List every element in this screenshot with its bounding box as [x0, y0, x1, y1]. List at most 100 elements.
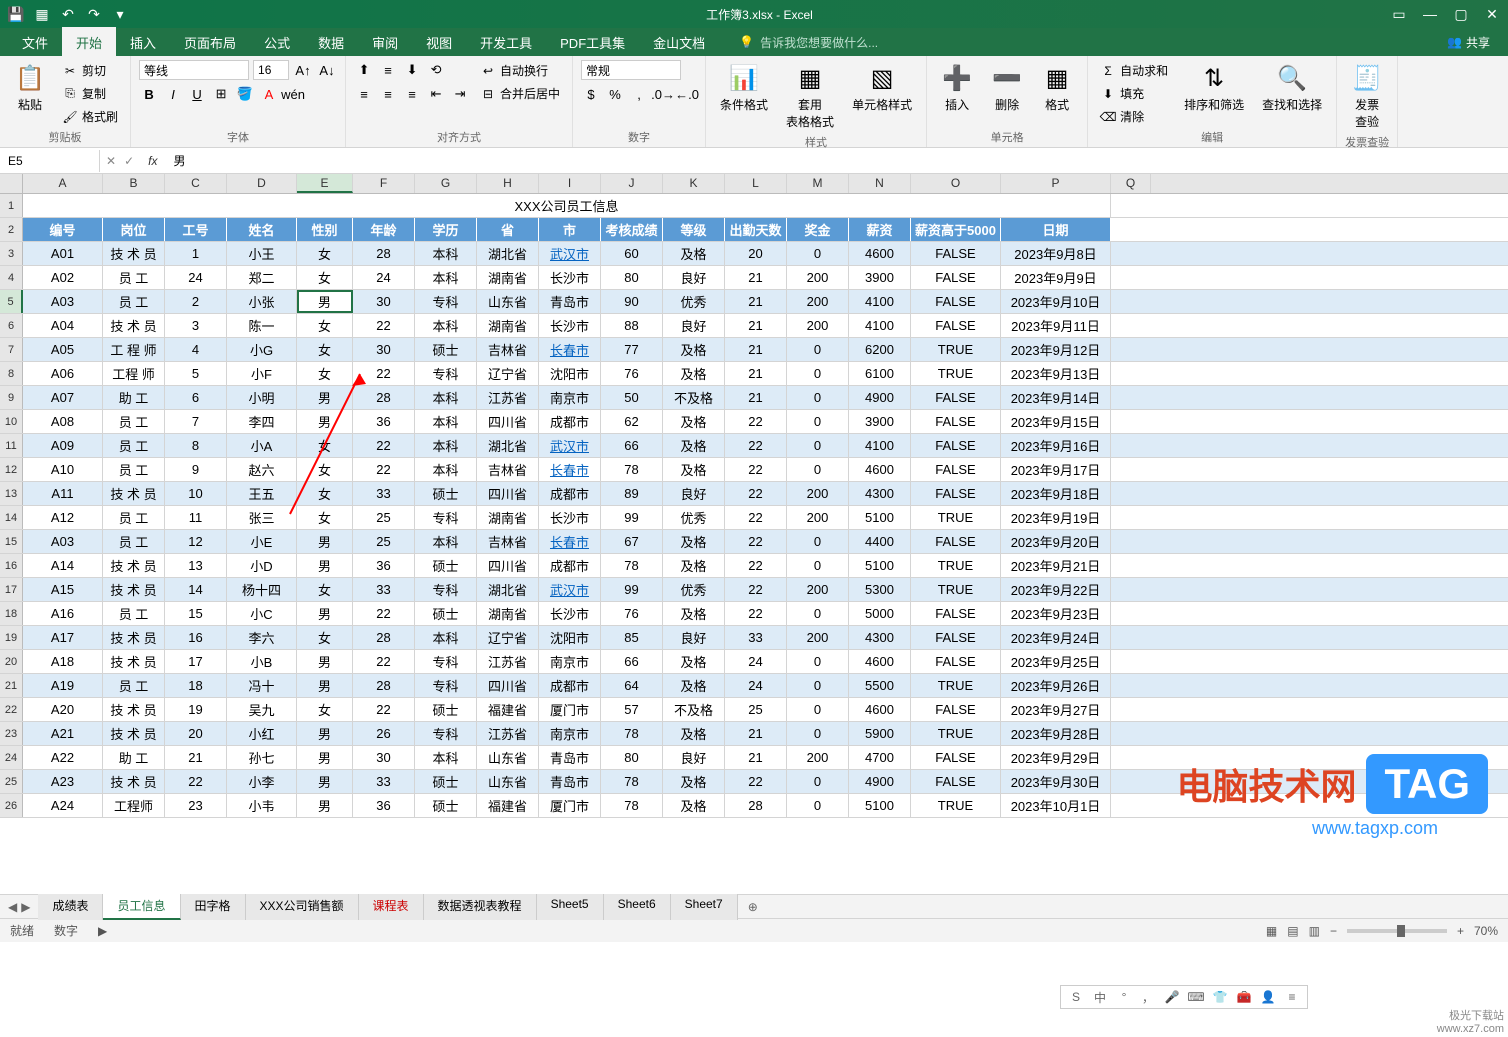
- table-cell[interactable]: 5100: [849, 554, 911, 577]
- table-cell[interactable]: 2023年9月14日: [1001, 386, 1111, 409]
- table-cell[interactable]: FALSE: [911, 650, 1001, 673]
- table-cell[interactable]: 2023年9月8日: [1001, 242, 1111, 265]
- view-break-icon[interactable]: ▥: [1309, 924, 1320, 938]
- column-header[interactable]: Q: [1111, 174, 1151, 193]
- select-all-corner[interactable]: [0, 174, 23, 193]
- table-cell[interactable]: 杨十四: [227, 578, 297, 601]
- tab-wps[interactable]: 金山文档: [639, 27, 719, 58]
- table-cell[interactable]: 女: [297, 242, 353, 265]
- table-cell[interactable]: A20: [23, 698, 103, 721]
- table-cell[interactable]: A02: [23, 266, 103, 289]
- table-cell[interactable]: 男: [297, 770, 353, 793]
- table-cell[interactable]: 本科: [415, 530, 477, 553]
- find-button[interactable]: 🔍查找和选择: [1256, 60, 1328, 115]
- table-cell[interactable]: 0: [787, 554, 849, 577]
- table-cell[interactable]: 女: [297, 434, 353, 457]
- table-cell[interactable]: 小C: [227, 602, 297, 625]
- table-cell[interactable]: TRUE: [911, 674, 1001, 697]
- table-cell[interactable]: 24: [353, 266, 415, 289]
- table-cell[interactable]: 2023年9月26日: [1001, 674, 1111, 697]
- sheet-tab[interactable]: 数据透视表教程: [424, 893, 537, 920]
- table-cell[interactable]: 2023年9月28日: [1001, 722, 1111, 745]
- table-cell[interactable]: 2023年9月16日: [1001, 434, 1111, 457]
- table-cell[interactable]: 5500: [849, 674, 911, 697]
- table-cell[interactable]: 女: [297, 266, 353, 289]
- table-cell[interactable]: 2023年9月27日: [1001, 698, 1111, 721]
- indent-dec-icon[interactable]: ⇤: [426, 84, 446, 104]
- table-cell[interactable]: TRUE: [911, 506, 1001, 529]
- cond-format-button[interactable]: 📊条件格式: [714, 60, 774, 115]
- row-header[interactable]: 11: [0, 434, 23, 457]
- table-cell[interactable]: 郑二: [227, 266, 297, 289]
- table-cell[interactable]: 24: [725, 650, 787, 673]
- table-cell[interactable]: 本科: [415, 386, 477, 409]
- tab-layout[interactable]: 页面布局: [170, 27, 250, 58]
- table-cell[interactable]: 工程 师: [103, 362, 165, 385]
- invoice-button[interactable]: 🧾发票 查验: [1345, 60, 1389, 132]
- table-cell[interactable]: 本科: [415, 266, 477, 289]
- table-cell[interactable]: 江苏省: [477, 722, 539, 745]
- table-cell[interactable]: 男: [297, 386, 353, 409]
- table-cell[interactable]: TRUE: [911, 578, 1001, 601]
- table-cell[interactable]: 0: [787, 410, 849, 433]
- column-header[interactable]: J: [601, 174, 663, 193]
- table-cell[interactable]: 成都市: [539, 410, 601, 433]
- table-cell[interactable]: 60: [601, 242, 663, 265]
- table-cell[interactable]: 23: [165, 794, 227, 817]
- table-cell[interactable]: 长沙市: [539, 506, 601, 529]
- table-cell[interactable]: 湖北省: [477, 242, 539, 265]
- tab-review[interactable]: 审阅: [358, 27, 412, 58]
- italic-icon[interactable]: I: [163, 84, 183, 104]
- sheet-tab[interactable]: 田字格: [181, 893, 246, 920]
- comma-icon[interactable]: ,: [629, 84, 649, 104]
- tab-insert[interactable]: 插入: [116, 27, 170, 58]
- table-cell[interactable]: 2023年9月24日: [1001, 626, 1111, 649]
- table-cell[interactable]: 67: [601, 530, 663, 553]
- table-header-cell[interactable]: 编号: [23, 218, 103, 241]
- row-header[interactable]: 25: [0, 770, 23, 793]
- table-cell[interactable]: 小红: [227, 722, 297, 745]
- tell-me[interactable]: 💡 告诉我您想要做什么...: [739, 34, 878, 51]
- table-cell[interactable]: FALSE: [911, 242, 1001, 265]
- table-cell[interactable]: 2023年9月18日: [1001, 482, 1111, 505]
- table-cell[interactable]: 女: [297, 314, 353, 337]
- fill-color-icon[interactable]: 🪣: [235, 84, 255, 104]
- merge-button[interactable]: ⊟合并后居中: [476, 83, 564, 104]
- table-cell[interactable]: 湖北省: [477, 434, 539, 457]
- table-cell[interactable]: 员 工: [103, 410, 165, 433]
- table-cell[interactable]: 专科: [415, 362, 477, 385]
- align-bottom-icon[interactable]: ⬇: [402, 60, 422, 80]
- table-cell[interactable]: 山东省: [477, 770, 539, 793]
- table-cell[interactable]: 吉林省: [477, 338, 539, 361]
- table-cell[interactable]: 沈阳市: [539, 626, 601, 649]
- row-header[interactable]: 20: [0, 650, 23, 673]
- table-cell[interactable]: 南京市: [539, 386, 601, 409]
- table-cell[interactable]: 22: [725, 602, 787, 625]
- sort-button[interactable]: ⇅排序和筛选: [1178, 60, 1250, 115]
- table-cell[interactable]: 30: [353, 290, 415, 313]
- table-cell[interactable]: 24: [165, 266, 227, 289]
- column-header[interactable]: F: [353, 174, 415, 193]
- table-cell[interactable]: 14: [165, 578, 227, 601]
- table-cell[interactable]: 12: [165, 530, 227, 553]
- table-cell[interactable]: 22: [353, 650, 415, 673]
- table-cell[interactable]: 优秀: [663, 578, 725, 601]
- table-cell[interactable]: 78: [601, 722, 663, 745]
- table-cell[interactable]: FALSE: [911, 314, 1001, 337]
- zoom-in-icon[interactable]: +: [1457, 924, 1464, 938]
- table-cell[interactable]: 女: [297, 458, 353, 481]
- table-cell[interactable]: 200: [787, 266, 849, 289]
- table-cell[interactable]: 0: [787, 338, 849, 361]
- table-cell[interactable]: 19: [165, 698, 227, 721]
- sheet-tab[interactable]: 课程表: [359, 893, 424, 920]
- font-name-select[interactable]: [139, 60, 249, 80]
- table-cell[interactable]: 专科: [415, 290, 477, 313]
- table-cell[interactable]: TRUE: [911, 722, 1001, 745]
- table-cell[interactable]: 5900: [849, 722, 911, 745]
- table-cell[interactable]: A15: [23, 578, 103, 601]
- table-cell[interactable]: 0: [787, 362, 849, 385]
- tab-view[interactable]: 视图: [412, 27, 466, 58]
- table-cell[interactable]: 6200: [849, 338, 911, 361]
- row-header[interactable]: 26: [0, 794, 23, 817]
- table-cell[interactable]: 本科: [415, 434, 477, 457]
